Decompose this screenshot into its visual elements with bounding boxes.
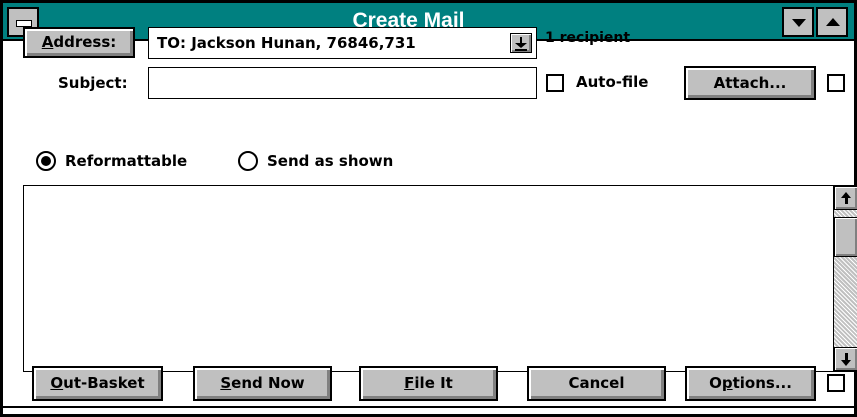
file-it-mnemonic: F bbox=[404, 374, 415, 392]
scroll-up-button[interactable] bbox=[834, 186, 857, 210]
maximize-arrow-icon bbox=[826, 18, 840, 26]
window-bottom-border bbox=[3, 406, 854, 408]
address-button-label: ddress: bbox=[53, 33, 117, 51]
out-basket-label: ut-Basket bbox=[63, 374, 145, 392]
attach-button[interactable]: Attach... bbox=[684, 66, 816, 100]
cancel-label: Cancel bbox=[568, 374, 625, 392]
maximize-button[interactable] bbox=[816, 7, 848, 37]
cancel-button[interactable]: Cancel bbox=[527, 366, 666, 401]
send-now-button[interactable]: Send Now bbox=[193, 366, 332, 401]
options-checkbox[interactable] bbox=[827, 374, 845, 392]
subject-input[interactable] bbox=[148, 67, 537, 99]
dropdown-arrow-head bbox=[515, 43, 527, 48]
reformattable-label: Reformattable bbox=[65, 152, 188, 170]
send-now-label: end Now bbox=[231, 374, 305, 392]
address-combo[interactable]: TO: Jackson Hunan, 76846,731 bbox=[148, 27, 537, 59]
scroll-up-stem bbox=[845, 198, 848, 204]
attach-checkbox[interactable] bbox=[827, 74, 845, 92]
create-mail-window: Create Mail Address: TO: Jackson Hunan, … bbox=[0, 0, 857, 417]
send-as-shown-radio[interactable] bbox=[238, 151, 258, 171]
scroll-down-icon bbox=[841, 360, 851, 366]
reformattable-radio[interactable] bbox=[36, 151, 56, 171]
options-button[interactable]: Options... bbox=[685, 366, 816, 401]
radio-selected-dot bbox=[41, 156, 51, 166]
file-it-button[interactable]: File It bbox=[359, 366, 498, 401]
message-body-textarea[interactable] bbox=[23, 185, 857, 372]
send-as-shown-label: Send as shown bbox=[267, 152, 394, 170]
options-label-prefix: O bbox=[709, 374, 722, 392]
minimize-arrow-icon bbox=[792, 19, 806, 27]
scroll-down-button[interactable] bbox=[834, 347, 857, 371]
file-it-label: ile It bbox=[414, 374, 453, 392]
system-menu-icon bbox=[16, 20, 32, 27]
address-button-mnemonic: A bbox=[41, 33, 54, 51]
attach-button-label: Attach... bbox=[713, 74, 787, 92]
dropdown-arrow-base bbox=[515, 49, 527, 51]
minimize-button[interactable] bbox=[782, 7, 814, 37]
options-mnemonic: p bbox=[721, 374, 733, 392]
address-button[interactable]: Address: bbox=[23, 27, 135, 58]
address-to-value: TO: Jackson Hunan, 76846,731 bbox=[157, 34, 416, 52]
autofile-checkbox[interactable] bbox=[546, 74, 564, 92]
send-now-mnemonic: S bbox=[220, 374, 232, 392]
address-dropdown-button[interactable] bbox=[510, 33, 532, 53]
options-label: tions... bbox=[732, 374, 792, 392]
scroll-down-stem bbox=[845, 353, 848, 360]
recipient-count: 1 recipient bbox=[545, 30, 631, 46]
out-basket-button[interactable]: Out-Basket bbox=[32, 366, 163, 401]
subject-label: Subject: bbox=[58, 74, 128, 92]
message-vertical-scrollbar[interactable] bbox=[833, 186, 857, 371]
out-basket-mnemonic: O bbox=[50, 374, 64, 392]
scroll-thumb[interactable] bbox=[834, 217, 857, 257]
autofile-label: Auto-file bbox=[576, 73, 649, 91]
